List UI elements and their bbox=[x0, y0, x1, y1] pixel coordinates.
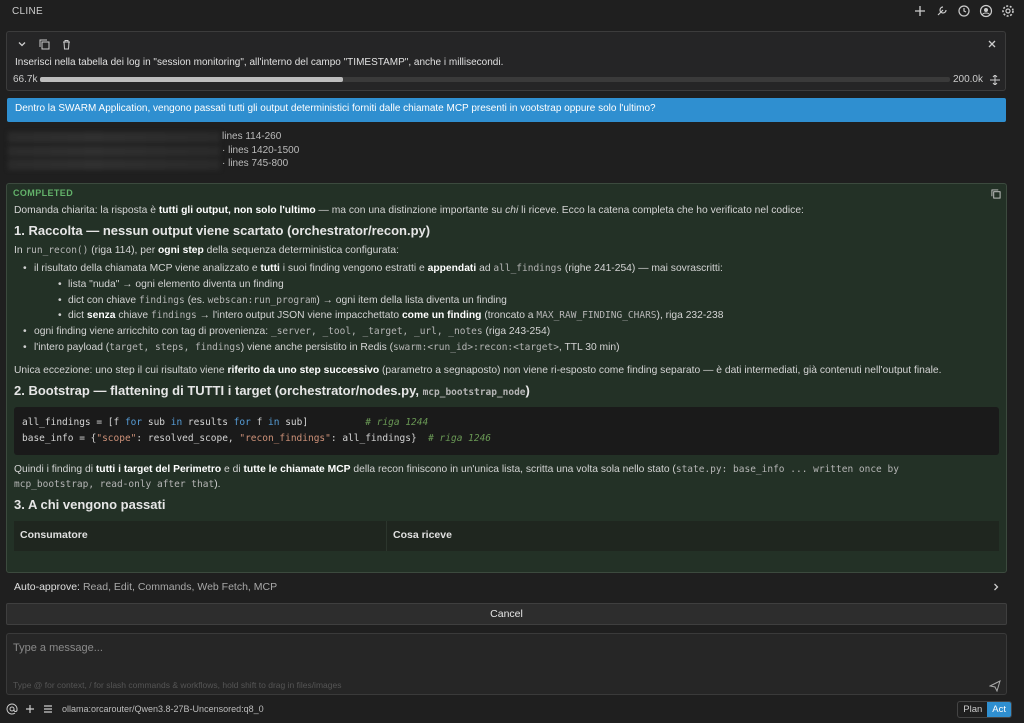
file-read-list: lines 114-260 · lines 1420-1500 · lines … bbox=[8, 131, 308, 172]
exception-paragraph: Unica eccezione: uno step il cui risulta… bbox=[14, 365, 942, 377]
close-icon[interactable] bbox=[985, 37, 999, 51]
table-header-cell: Consumatore bbox=[20, 529, 88, 542]
message-placeholder: Type a message... bbox=[13, 642, 103, 654]
copy-icon[interactable] bbox=[37, 37, 51, 51]
context-progress-fill bbox=[40, 77, 344, 82]
section-heading-3: 3. A chi vengono passati bbox=[14, 496, 166, 512]
auto-approve-values: Read, Edit, Commands, Web Fetch, MCP bbox=[82, 581, 278, 593]
consumers-table-header: Consumatore Cosa riceve bbox=[14, 520, 999, 551]
context-progress-bar bbox=[40, 77, 950, 82]
bottom-bar: ollama:orcarouter/Qwen3.8-27B-Uncensored… bbox=[0, 699, 1024, 721]
mcp-icon[interactable] bbox=[934, 3, 950, 19]
task-text: Inserisci nella tabella dei log in "sess… bbox=[15, 57, 504, 68]
sub-list: lista "nuda" → ogni elemento diventa un … bbox=[34, 278, 999, 325]
bottom-tools: ollama:orcarouter/Qwen3.8-27B-Uncensored… bbox=[6, 703, 264, 715]
intro-paragraph: Domanda chiarita: la risposta è tutti gl… bbox=[14, 205, 804, 216]
input-hint: Type @ for context, / for slash commands… bbox=[13, 680, 342, 690]
trash-icon[interactable] bbox=[59, 37, 73, 51]
add-icon[interactable] bbox=[24, 703, 36, 715]
section-heading-2: 2. Bootstrap — flattening di TUTTI i tar… bbox=[14, 383, 530, 399]
plus-icon[interactable] bbox=[912, 3, 928, 19]
context-used: 66.7k bbox=[13, 74, 38, 85]
redacted-path bbox=[8, 159, 220, 170]
task-tools bbox=[15, 37, 73, 51]
account-icon[interactable] bbox=[978, 3, 994, 19]
file-read-item[interactable]: · lines 1420-1500 bbox=[8, 145, 308, 159]
list-item: lista "nuda" → ogni elemento diventa un … bbox=[34, 278, 999, 293]
redacted-path bbox=[8, 132, 220, 143]
history-icon[interactable] bbox=[956, 3, 972, 19]
app-title: CLINE bbox=[12, 5, 43, 17]
file-read-item[interactable]: lines 114-260 bbox=[8, 131, 308, 145]
section-2-paragraph: Quindi i finding di tutti i target del P… bbox=[14, 463, 899, 490]
redacted-path bbox=[8, 145, 220, 157]
act-mode-button[interactable]: Act bbox=[987, 702, 1011, 717]
settings-sliders-icon[interactable] bbox=[42, 703, 54, 715]
section-heading-1: 1. Raccolta — nessun output viene scarta… bbox=[14, 222, 431, 238]
copy-icon[interactable] bbox=[990, 188, 1002, 200]
list-item: l'intero payload (target, steps, finding… bbox=[14, 341, 999, 356]
plan-mode-button[interactable]: Plan bbox=[958, 702, 987, 717]
chevron-down-icon[interactable] bbox=[15, 37, 29, 51]
file-read-item[interactable]: · lines 745-800 bbox=[8, 158, 308, 172]
settings-icon[interactable] bbox=[1000, 3, 1016, 19]
user-message: Dentro la SWARM Application, vengono pas… bbox=[7, 98, 1006, 122]
title-bar: CLINE bbox=[0, 0, 1024, 22]
task-header: Inserisci nella tabella dei log in "sess… bbox=[6, 31, 1006, 91]
section-1-intro: In run_recon() (riga 114), per ogni step… bbox=[14, 244, 399, 256]
cancel-button[interactable]: Cancel bbox=[6, 603, 1007, 625]
context-max: 200.0k bbox=[952, 74, 983, 85]
mode-toggle[interactable]: Plan Act bbox=[957, 701, 1012, 718]
section-1-list: il risultato della chiamata MCP viene an… bbox=[14, 262, 999, 357]
auto-approve-label: Auto-approve: bbox=[14, 581, 80, 593]
chevron-right-icon[interactable] bbox=[990, 581, 1002, 593]
auto-approve-bar[interactable]: Auto-approve: Read, Edit, Commands, Web … bbox=[6, 578, 1006, 596]
list-item: il risultato della chiamata MCP viene an… bbox=[14, 262, 999, 325]
list-item: dict senza chiave findings → l'intero ou… bbox=[34, 309, 999, 324]
at-mention-icon[interactable] bbox=[6, 703, 18, 715]
list-item: dict con chiave findings (es. webscan:ru… bbox=[34, 294, 999, 309]
list-item: ogni finding viene arricchito con tag di… bbox=[14, 325, 999, 340]
completion-result: COMPLETED Domanda chiarita: la risposta … bbox=[6, 183, 1007, 573]
code-block[interactable]: all_findings = [f for sub in results for… bbox=[14, 406, 999, 455]
header-actions bbox=[912, 3, 1016, 19]
model-selector[interactable]: ollama:orcarouter/Qwen3.8-27B-Uncensored… bbox=[62, 704, 264, 714]
table-header-cell: Cosa riceve bbox=[393, 529, 452, 542]
expand-icon[interactable] bbox=[989, 74, 1001, 86]
message-input[interactable]: Type a message... Type @ for context, / … bbox=[6, 633, 1007, 695]
completed-label: COMPLETED bbox=[13, 188, 74, 198]
send-icon[interactable] bbox=[988, 679, 1002, 693]
completion-content: Domanda chiarita: la risposta è tutti gl… bbox=[14, 204, 999, 551]
